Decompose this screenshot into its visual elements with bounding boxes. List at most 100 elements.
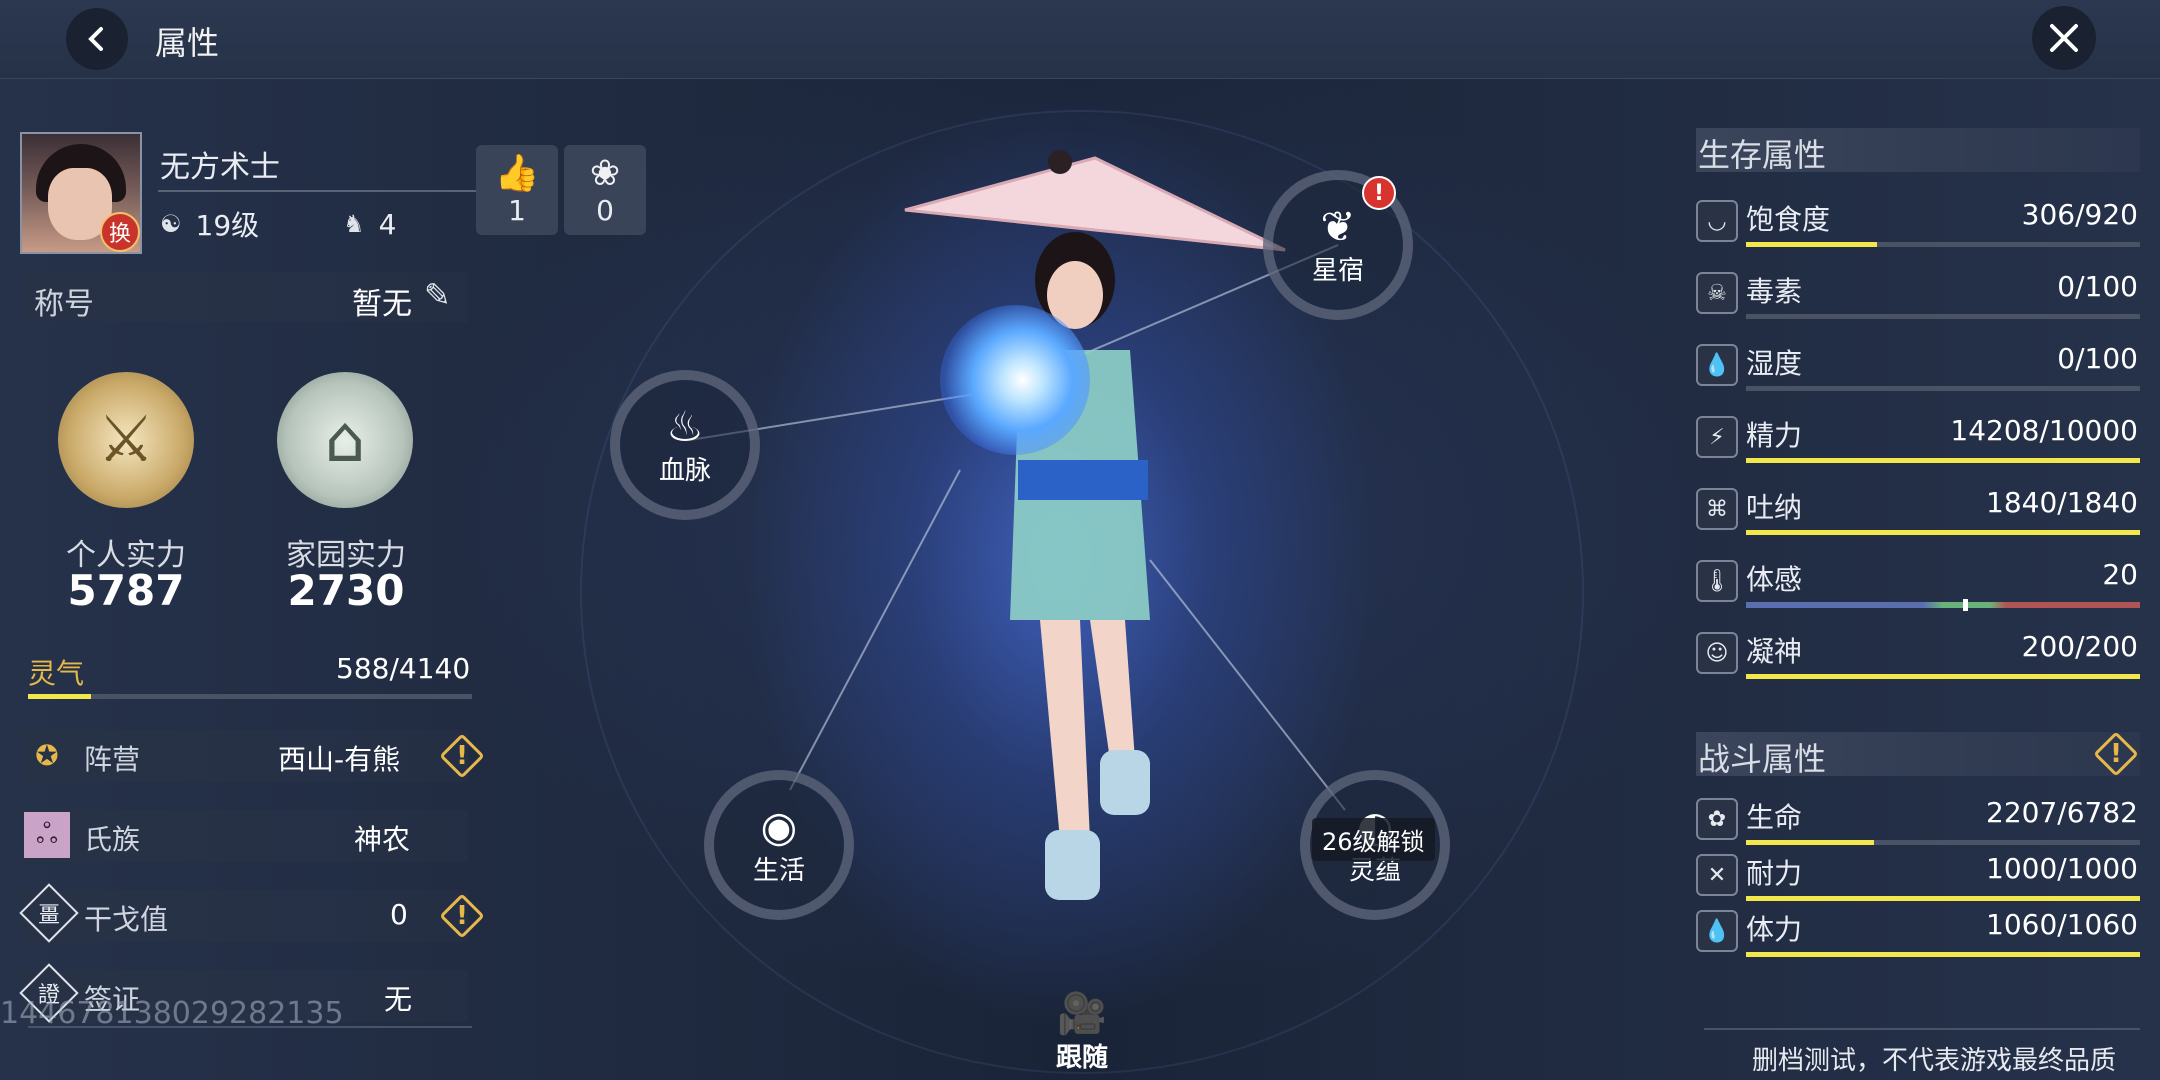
ganger-warning-icon[interactable]: ! [442, 896, 482, 936]
combat-warning-icon[interactable]: ! [2096, 734, 2136, 774]
attr-bar [1746, 314, 2140, 319]
attr-value: 306/920 [2021, 198, 2138, 231]
attr-bar [1746, 458, 2140, 463]
disclaimer-text: 删档测试，不代表游戏最终品质 [1752, 1046, 2117, 1076]
follow-label: 跟随 [1055, 1043, 1108, 1073]
faction-warning-icon[interactable]: ! [442, 736, 482, 776]
attr-row[interactable]: 💧 体力 1060/1060 [1696, 906, 2140, 966]
attr-row[interactable]: ✕ 耐力 1000/1000 [1696, 850, 2140, 910]
attr-value: 1840/1840 [1986, 486, 2138, 519]
right-footer-line [1704, 1028, 2140, 1030]
attr-value: 200/200 [2021, 630, 2138, 663]
title-value: 暂无 [352, 287, 412, 322]
combat-title: 战斗属性 [1696, 732, 2140, 778]
like-count: 1 [508, 193, 526, 227]
attr-row[interactable]: ✿ 生命 2207/6782 [1696, 794, 2140, 854]
lingyun-lock-tip: 26级解锁 [1312, 818, 1435, 861]
visa-value: 无 [384, 983, 413, 1016]
close-icon [2050, 24, 2078, 52]
attr-bar [1746, 674, 2140, 679]
thermometer-icon: 🌡 [1696, 560, 1738, 602]
player-name: 无方术士 [160, 150, 280, 185]
xuemai-icon: ♨ [666, 401, 704, 451]
attr-bar-fill [1746, 840, 1875, 845]
swap-avatar-badge[interactable]: 换 [100, 212, 140, 252]
attr-row[interactable]: ⚡ 精力 14208/10000 [1696, 412, 2140, 472]
energy-icon: ⚡ [1696, 416, 1738, 458]
lingqi-bar-fill [28, 694, 92, 699]
follower-icon: ♞ [343, 210, 365, 238]
xuemai-label: 血脉 [658, 455, 711, 486]
attr-row[interactable]: ☠ 毒素 0/100 [1696, 268, 2140, 328]
attr-row[interactable]: 🌡 体感 20 [1696, 556, 2140, 616]
attr-value: 1000/1000 [1986, 852, 2138, 885]
follower-count: 4 [378, 207, 397, 241]
lingqi-label: 灵气 [28, 657, 85, 690]
temperature-bar [1746, 599, 2140, 611]
ganger-value: 0 [390, 898, 408, 931]
attr-bar-fill [1746, 530, 2140, 535]
like-box[interactable]: 👍 1 [476, 145, 558, 235]
temperature-marker [1962, 599, 1968, 611]
poison-icon: ☠ [1696, 272, 1738, 314]
attr-bar-fill [1746, 952, 2140, 957]
survival-title-text: 生存属性 [1698, 136, 1827, 174]
focus-icon: ☺ [1696, 632, 1738, 674]
attr-label: 生命 [1746, 801, 1803, 834]
glowing-orb [940, 305, 1090, 455]
shenghuo-icon: ◉ [760, 801, 798, 851]
home-power-emblem: ⌂ [277, 372, 413, 508]
flower-box[interactable]: ❀ 0 [564, 145, 646, 235]
node-xuemai[interactable]: ♨ 血脉 [610, 370, 760, 520]
attr-bar [1746, 952, 2140, 957]
attr-label: 耐力 [1746, 857, 1803, 890]
personal-power-value: 5787 [67, 566, 185, 615]
attr-bar [1746, 242, 2140, 247]
player-level: 19级 [195, 209, 260, 242]
attr-bar-fill [1746, 458, 2140, 463]
debug-id-text: 14467813802928213​5 [0, 996, 344, 1031]
attr-label: 体力 [1746, 913, 1803, 946]
top-bar [0, 0, 2160, 79]
attr-value: 1060/1060 [1986, 908, 2138, 941]
edit-icon[interactable]: ✎ [424, 276, 451, 314]
faction-value: 西山-有熊 [278, 743, 401, 776]
humidity-icon: 💧 [1696, 344, 1738, 386]
attr-value: 0/100 [2057, 270, 2138, 303]
attr-bar [1746, 530, 2140, 535]
divider [158, 190, 476, 192]
survival-title: 生存属性 [1696, 128, 2140, 174]
lungs-icon: ⌘ [1696, 488, 1738, 530]
attr-row[interactable]: 💧 湿度 0/100 [1696, 340, 2140, 400]
attr-value: 2207/6782 [1986, 796, 2138, 829]
follow-button[interactable]: 🎥 跟随 [1040, 990, 1124, 1074]
attr-row[interactable]: ⌘ 吐纳 1840/1840 [1696, 484, 2140, 544]
avatar[interactable]: 换 [20, 132, 142, 254]
level-row: ☯ 19级 ♞ 4 [160, 204, 397, 244]
page-title: 属性 [155, 24, 220, 62]
attr-label: 吐纳 [1746, 491, 1803, 524]
attr-bar [1746, 386, 2140, 391]
xingxiu-label: 星宿 [1311, 255, 1364, 286]
faction-label: 阵营 [84, 743, 141, 776]
close-button[interactable] [2032, 6, 2096, 70]
shenghuo-label: 生活 [752, 855, 805, 886]
attr-value: 20 [2102, 558, 2138, 591]
node-shenghuo[interactable]: ◉ 生活 [704, 770, 854, 920]
vitality-icon: 💧 [1696, 910, 1738, 952]
stomach-icon: ◡ [1696, 200, 1738, 242]
xingxiu-alert-icon: ! [1362, 176, 1396, 210]
attr-bar-fill [1746, 896, 2140, 901]
attr-label: 饱食度 [1746, 203, 1831, 236]
ganger-label: 干戈值 [84, 903, 169, 936]
lingqi-bar [28, 694, 472, 699]
attr-row[interactable]: ☺ 凝神 200/200 [1696, 628, 2140, 688]
attr-label: 体感 [1746, 563, 1803, 596]
attr-bar [1746, 896, 2140, 901]
attr-row[interactable]: ◡ 饱食度 306/920 [1696, 196, 2140, 256]
combat-title-text: 战斗属性 [1698, 740, 1827, 778]
back-arrow-icon [88, 27, 103, 51]
clan-label: 氏族 [84, 823, 141, 856]
clan-value: 神农 [354, 823, 411, 856]
back-button[interactable] [66, 8, 128, 70]
